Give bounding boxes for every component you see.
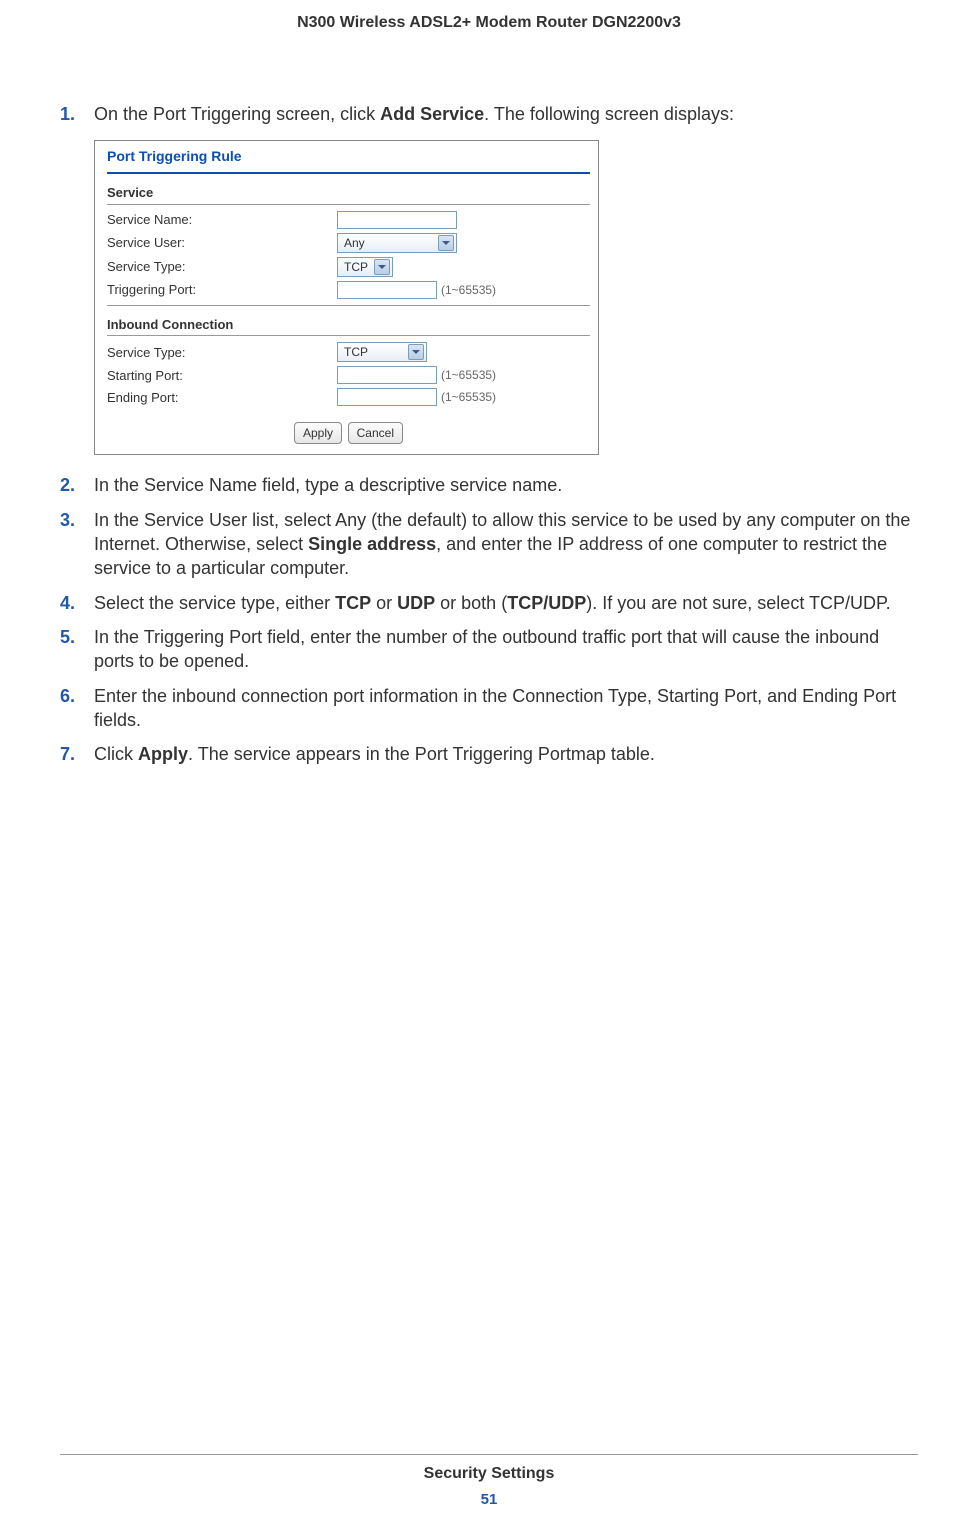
ending-port-row: Ending Port: (1~65535) <box>107 386 590 408</box>
step-text: Enter the inbound connection port inform… <box>94 686 896 730</box>
inbound-section-header: Inbound Connection <box>107 316 590 337</box>
service-name-label: Service Name: <box>107 211 337 229</box>
steps-list: 1. On the Port Triggering screen, click … <box>60 102 918 766</box>
port-range-hint: (1~65535) <box>441 367 496 383</box>
step-number: 1. <box>60 102 75 126</box>
service-user-label: Service User: <box>107 234 337 252</box>
step-text: In the Triggering Port field, enter the … <box>94 627 879 671</box>
step-number: 7. <box>60 742 75 766</box>
inbound-service-type-row: Service Type: TCP <box>107 340 590 364</box>
inbound-service-type-value: TCP <box>344 344 368 360</box>
single-address-term: Single address <box>308 534 436 554</box>
triggering-port-label: Triggering Port: <box>107 281 337 299</box>
ending-port-input[interactable] <box>337 388 437 406</box>
page-footer: Security Settings 51 <box>0 1454 978 1508</box>
service-name-input[interactable] <box>337 211 457 229</box>
ending-port-label: Ending Port: <box>107 389 337 407</box>
service-type-label: Service Type: <box>107 258 337 276</box>
step-text: . The following screen displays: <box>484 104 734 124</box>
step-text: . The service appears in the Port Trigge… <box>188 744 655 764</box>
step-number: 3. <box>60 508 75 532</box>
service-section-header: Service <box>107 184 590 205</box>
screenshot-title: Port Triggering Rule <box>107 145 590 174</box>
step-text: Select the service type, either <box>94 593 335 613</box>
footer-section-title: Security Settings <box>0 1465 978 1483</box>
service-type-select[interactable]: TCP <box>337 257 393 277</box>
triggering-port-row: Triggering Port: (1~65535) <box>107 279 590 301</box>
service-name-row: Service Name: <box>107 209 590 231</box>
step-text: ). If you are not sure, select TCP/UDP. <box>586 593 890 613</box>
tcpudp-term: TCP/UDP <box>507 593 586 613</box>
chevron-down-icon <box>408 344 424 360</box>
chevron-down-icon <box>374 259 390 275</box>
udp-term: UDP <box>397 593 435 613</box>
page-content: 1. On the Port Triggering screen, click … <box>0 32 978 766</box>
step-text: In the Service Name field, type a descri… <box>94 475 562 495</box>
step-6: 6. Enter the inbound connection port inf… <box>60 684 918 733</box>
add-service-term: Add Service <box>380 104 484 124</box>
apply-term: Apply <box>138 744 188 764</box>
inbound-service-type-label: Service Type: <box>107 344 337 362</box>
port-range-hint: (1~65535) <box>441 282 496 298</box>
step-2: 2. In the Service Name field, type a des… <box>60 473 918 497</box>
service-type-row: Service Type: TCP <box>107 255 590 279</box>
service-user-select[interactable]: Any <box>337 233 457 253</box>
footer-divider <box>60 1454 918 1455</box>
tcp-term: TCP <box>335 593 371 613</box>
step-text: On the Port Triggering screen, click <box>94 104 380 124</box>
step-number: 4. <box>60 591 75 615</box>
step-number: 5. <box>60 625 75 649</box>
page-header: N300 Wireless ADSL2+ Modem Router DGN220… <box>0 0 978 32</box>
inbound-service-type-select[interactable]: TCP <box>337 342 427 362</box>
step-3: 3. In the Service User list, select Any … <box>60 508 918 581</box>
port-range-hint: (1~65535) <box>441 389 496 405</box>
step-1: 1. On the Port Triggering screen, click … <box>60 102 918 455</box>
step-text: or both ( <box>435 593 507 613</box>
starting-port-input[interactable] <box>337 366 437 384</box>
step-5: 5. In the Triggering Port field, enter t… <box>60 625 918 674</box>
step-number: 6. <box>60 684 75 708</box>
screenshot-buttons: Apply Cancel <box>107 422 590 444</box>
step-number: 2. <box>60 473 75 497</box>
divider <box>107 305 590 306</box>
starting-port-row: Starting Port: (1~65535) <box>107 364 590 386</box>
step-4: 4. Select the service type, either TCP o… <box>60 591 918 615</box>
service-type-value: TCP <box>344 259 368 275</box>
step-text: or <box>371 593 397 613</box>
service-user-value: Any <box>344 235 365 251</box>
triggering-port-input[interactable] <box>337 281 437 299</box>
starting-port-label: Starting Port: <box>107 367 337 385</box>
step-text: Click <box>94 744 138 764</box>
cancel-button[interactable]: Cancel <box>348 422 403 444</box>
chevron-down-icon <box>438 235 454 251</box>
apply-button[interactable]: Apply <box>294 422 342 444</box>
page-number: 51 <box>0 1491 978 1508</box>
step-7: 7. Click Apply. The service appears in t… <box>60 742 918 766</box>
port-triggering-screenshot: Port Triggering Rule Service Service Nam… <box>94 140 599 455</box>
service-user-row: Service User: Any <box>107 231 590 255</box>
